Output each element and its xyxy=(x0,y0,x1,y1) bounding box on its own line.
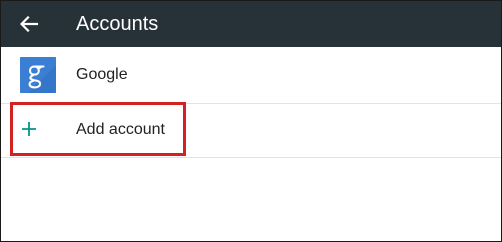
accounts-screen: Accounts Google Add account xyxy=(0,0,502,242)
google-logo-icon xyxy=(20,57,56,93)
add-account-label: Add account xyxy=(76,121,165,138)
add-account-row[interactable]: Add account xyxy=(1,103,501,157)
page-title: Accounts xyxy=(76,13,159,35)
arrow-left-icon xyxy=(20,16,38,32)
back-button[interactable] xyxy=(1,1,57,47)
plus-icon xyxy=(21,121,37,137)
account-row-google[interactable]: Google xyxy=(1,47,501,103)
divider xyxy=(1,157,501,158)
account-label-google: Google xyxy=(76,66,128,83)
app-bar: Accounts xyxy=(1,1,501,47)
